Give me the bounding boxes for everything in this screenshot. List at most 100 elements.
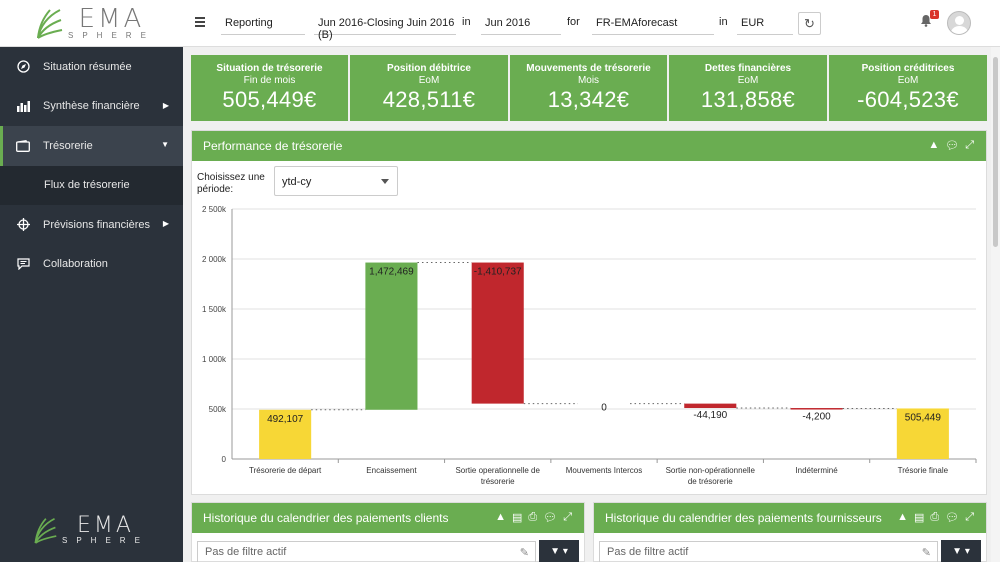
brand-header: EMA SPHERE [0,0,183,47]
filter-field[interactable]: Pas de filtre actif ✎ [599,541,938,562]
period-dropdown[interactable]: ytd-cy [274,166,398,196]
print-icon[interactable]: ⎙ [930,511,939,524]
waterfall-bar [790,408,843,410]
x-tick-label: Indéterminé [795,466,838,475]
for-label: for [567,16,580,28]
panel-tools: ▲ 💬︎ ⤢ [928,139,974,152]
kpi-position-debitrice: Position débitrice EoM 428,511€ [350,55,508,121]
comment-icon[interactable]: 💬︎ [945,139,959,152]
avatar[interactable] [947,11,971,35]
nav-item-synthese[interactable]: Synthèse financière ▶ [0,87,183,127]
menu-toggle-icon[interactable] [195,17,205,29]
waterfall-bar [684,403,737,409]
refresh-icon: ↻ [804,16,815,31]
waterfall-bar [471,262,524,404]
kpi-title: Mouvements de trésorerie [526,63,651,74]
nav-subitem-label: Flux de trésorerie [44,179,130,192]
page-scrollbar[interactable] [991,47,1000,562]
brand-tagline: SPHERE [68,31,155,40]
kpi-value: 428,511€ [382,87,476,112]
eraser-icon[interactable]: ✎ [520,546,529,559]
pdf-icon[interactable]: ▤ [914,511,924,524]
y-tick-label: 0 [222,455,227,464]
nav-item-label: Prévisions financières [43,218,150,231]
data-label: 505,449 [905,412,942,423]
data-label: 0 [601,403,607,414]
expand-icon[interactable]: ⤢ [965,139,974,152]
collapse-icon[interactable]: ▲ [928,139,939,152]
filter-button[interactable]: ▼ ▾ [941,540,981,562]
kpi-value: 505,449€ [222,87,317,112]
y-tick-label: 2 000k [202,255,227,264]
kpi-subtitle: EoM [418,75,440,86]
period-dropdown-value: ytd-cy [282,176,312,188]
waterfall-bar [365,262,418,410]
kpi-value: 131,858€ [700,87,796,112]
brand-name: EMA [78,4,145,34]
x-tick-label: de trésorerie [688,477,733,486]
notification-badge: 1 [930,10,939,19]
x-tick-label: Trésorerie de départ [249,466,322,475]
data-label: -44,190 [693,410,727,421]
period-select[interactable]: Jun 2016 [481,12,561,35]
brand-name: EMA [76,513,134,538]
kpi-title: Situation de trésorerie [216,63,323,74]
y-tick-label: 1 000k [202,355,227,364]
nav-item-label: Situation résumée [43,60,132,73]
filter-field[interactable]: Pas de filtre actif ✎ [197,541,536,562]
version-select[interactable]: Jun 2016-Closing Juin 2016 (B) [314,12,456,41]
kpi-subtitle: EoM [737,75,759,86]
refresh-button[interactable]: ↻ [798,12,821,35]
caret-down-icon [381,179,389,184]
x-tick-label: Trésorie finale [898,466,949,475]
module-select[interactable]: Reporting [221,12,305,35]
collapse-icon[interactable]: ▲ [897,511,908,524]
clients-history-panel: Historique du calendrier des paiements c… [191,502,585,562]
x-tick-label: trésorerie [481,477,515,486]
filter-button[interactable]: ▼ ▾ [539,540,579,562]
filter-text: Pas de filtre actif [607,546,689,558]
chevron-right-icon: ▶ [162,219,169,228]
eraser-icon[interactable]: ✎ [922,546,931,559]
print-icon[interactable]: ⎙ [528,511,537,524]
chevron-down-icon: ▼ [161,140,169,149]
app-logo[interactable]: EMA SPHERE [34,5,155,40]
in-label: in [719,16,728,28]
x-tick-label: Sortie non-opérationnelle [666,466,756,475]
data-label: 1,472,469 [369,267,414,278]
footer-logo: EMA SPHERE [32,514,149,545]
pdf-icon[interactable]: ▤ [512,511,522,524]
chevron-right-icon: ▶ [162,100,169,110]
data-label: -4,200 [802,412,831,423]
nav-item-tresorerie[interactable]: Trésorerie ▼ [0,126,183,166]
entity-select[interactable]: FR-EMAforecast [592,12,714,35]
nav-item-label: Collaboration [43,258,108,271]
nav-item-situation[interactable]: Situation résumée [0,47,183,87]
panel-title: Performance de trésorerie [203,139,343,153]
crosshair-icon [16,218,30,232]
comment-icon[interactable]: 💬︎ [543,511,557,524]
nav-item-previsions[interactable]: Prévisions financières ▶ [0,205,183,245]
kpi-tresorerie: Situation de trésorerie Fin de mois 505,… [191,55,348,121]
expand-icon[interactable]: ⤢ [563,511,572,524]
period-label: Choisissez une période: [197,172,265,195]
expand-icon[interactable]: ⤢ [965,511,974,524]
main-nav: Situation résumée Synthèse financière ▶ … [0,47,183,284]
kpi-dettes: Dettes financières EoM 131,858€ [669,55,827,121]
scrollbar-thumb[interactable] [993,57,998,247]
wallet-icon [16,139,30,153]
performance-panel: Performance de trésorerie ▲ 💬︎ ⤢ Choisis… [191,130,987,495]
kpi-subtitle: Fin de mois [243,75,296,86]
kpi-title: Position créditrices [861,63,955,74]
suppliers-history-panel: Historique du calendrier des paiements f… [593,502,987,562]
panel-tools: ▲ ▤ ⎙ 💬︎ ⤢ [495,511,572,524]
panel-tools: ▲ ▤ ⎙ 💬︎ ⤢ [897,511,974,524]
currency-select[interactable]: EUR [737,12,793,35]
nav-subitem-flux[interactable]: Flux de trésorerie [0,165,183,205]
y-tick-label: 1 500k [202,305,227,314]
kpi-title: Dettes financières [704,63,792,74]
kpi-subtitle: EoM [897,75,919,86]
collapse-icon[interactable]: ▲ [495,511,506,524]
comment-icon[interactable]: 💬︎ [945,511,959,524]
nav-item-collaboration[interactable]: Collaboration [0,245,183,285]
